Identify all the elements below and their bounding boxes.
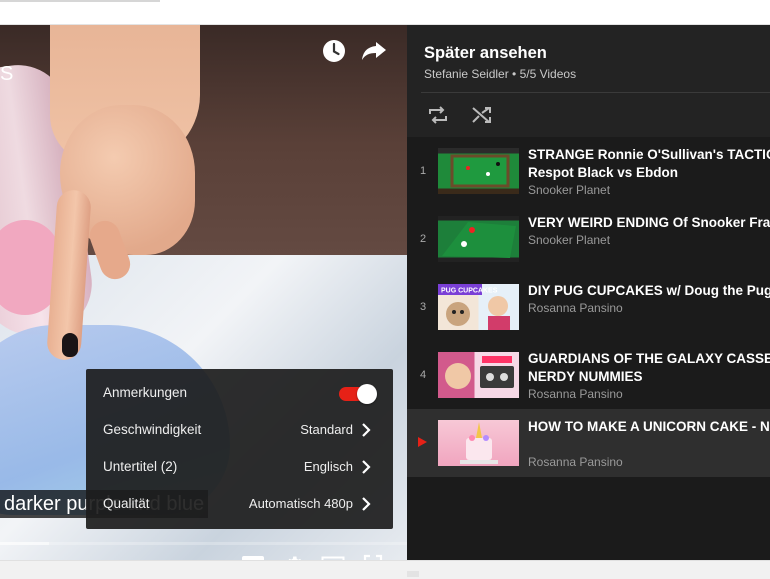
playlist-item[interactable]: 4 GUARDIANS OF THE GALAXY CASSET NERDY N… xyxy=(407,341,770,409)
annotations-toggle[interactable] xyxy=(339,384,377,404)
annotations-label: Anmerkungen xyxy=(103,385,188,400)
progress-played xyxy=(0,542,49,545)
item-index: 3 xyxy=(419,301,427,313)
playlist-item[interactable]: 3 PUG CUPCAKES DIY PUG CUPCAKES w/ Doug … xyxy=(407,273,770,341)
chevron-right-icon xyxy=(362,460,371,474)
chevron-right-icon xyxy=(362,497,371,511)
playlist-tools xyxy=(407,93,770,137)
quality-value: Automatisch 480p xyxy=(248,496,353,511)
settings-row-speed[interactable]: Geschwindigkeit Standard xyxy=(86,411,393,448)
playlist-subtitle: Stefanie Seidler • 5/5 Videos xyxy=(424,67,577,81)
item-index: 1 xyxy=(419,165,427,177)
item-title[interactable]: STRANGE Ronnie O'Sullivan's TACTICA xyxy=(528,146,770,164)
settings-icon[interactable] xyxy=(281,553,307,560)
progress-bar[interactable] xyxy=(0,542,407,545)
settings-row-annotations[interactable]: Anmerkungen xyxy=(86,374,393,411)
browser-bottom-bar xyxy=(0,560,770,579)
item-channel: Rosanna Pansino xyxy=(528,301,623,315)
snooker-table-thumbnail[interactable] xyxy=(438,216,519,262)
item-title[interactable]: VERY WEIRD ENDING Of Snooker Fran xyxy=(528,214,770,232)
subtitles-value: Englisch xyxy=(303,459,353,474)
item-title-line2[interactable]: Respot Black vs Ebdon xyxy=(528,164,678,182)
svg-text:PUG CUPCAKES: PUG CUPCAKES xyxy=(441,288,498,295)
resize-handle[interactable] xyxy=(407,571,419,577)
settings-menu: Anmerkungen Geschwindigkeit Standard Unt… xyxy=(86,369,393,529)
snooker-table-thumbnail[interactable] xyxy=(438,148,519,194)
unicorn-cake-thumbnail[interactable] xyxy=(438,420,519,466)
video-player[interactable]: S darker purple and blue Anmerkungen Ges… xyxy=(0,25,407,560)
repeat-icon[interactable] xyxy=(425,103,451,127)
subtitles-icon[interactable] xyxy=(240,553,266,560)
item-title-line2[interactable]: NERDY NUMMIES xyxy=(528,368,643,386)
quality-label: Qualität xyxy=(103,496,150,511)
playlist-item[interactable]: 1 STRANGE Ronnie O'Sullivan's TACTICA Re… xyxy=(407,137,770,205)
playlist-header: Später ansehen Stefanie Seidler • 5/5 Vi… xyxy=(407,25,770,93)
playlist-panel: Später ansehen Stefanie Seidler • 5/5 Vi… xyxy=(407,25,770,560)
item-title[interactable]: DIY PUG CUPCAKES w/ Doug the Pug xyxy=(528,282,770,300)
playlist-title[interactable]: Später ansehen xyxy=(424,44,547,63)
chevron-right-icon xyxy=(362,423,371,437)
theater-mode-icon[interactable] xyxy=(320,553,346,560)
item-title[interactable]: GUARDIANS OF THE GALAXY CASSET xyxy=(528,350,770,368)
item-channel: Snooker Planet xyxy=(528,183,611,197)
item-channel: Snooker Planet xyxy=(528,233,611,247)
item-channel: Rosanna Pansino xyxy=(528,387,623,401)
cassette-cake-thumbnail[interactable] xyxy=(438,352,519,398)
clock-icon[interactable] xyxy=(321,38,347,64)
item-title[interactable]: HOW TO MAKE A UNICORN CAKE - NE xyxy=(528,418,770,436)
now-playing-icon xyxy=(418,437,427,447)
item-channel: Rosanna Pansino xyxy=(528,455,623,469)
browser-top-bar xyxy=(0,0,770,25)
settings-row-quality[interactable]: Qualität Automatisch 480p xyxy=(86,485,393,522)
item-index: 2 xyxy=(419,233,427,245)
settings-row-subtitles[interactable]: Untertitel (2) Englisch xyxy=(86,448,393,485)
speed-value: Standard xyxy=(300,422,353,437)
playlist-items: 1 STRANGE Ronnie O'Sullivan's TACTICA Re… xyxy=(407,137,770,560)
pug-cupcakes-thumbnail[interactable]: PUG CUPCAKES xyxy=(438,284,519,330)
toggle-knob xyxy=(357,384,377,404)
item-index: 4 xyxy=(419,369,427,381)
video-title-fragment[interactable]: S xyxy=(0,63,13,86)
tab-strip-edge xyxy=(0,0,160,2)
share-icon[interactable] xyxy=(360,38,388,64)
frame-nail xyxy=(62,333,78,357)
fullscreen-icon[interactable] xyxy=(360,553,386,560)
subtitles-label: Untertitel (2) xyxy=(103,459,178,474)
speed-label: Geschwindigkeit xyxy=(103,422,202,437)
playlist-item[interactable]: 2 VERY WEIRD ENDING Of Snooker Fran Snoo… xyxy=(407,205,770,273)
shuffle-icon[interactable] xyxy=(469,103,495,127)
playlist-item-current[interactable]: HOW TO MAKE A UNICORN CAKE - NE Rosanna … xyxy=(407,409,770,477)
